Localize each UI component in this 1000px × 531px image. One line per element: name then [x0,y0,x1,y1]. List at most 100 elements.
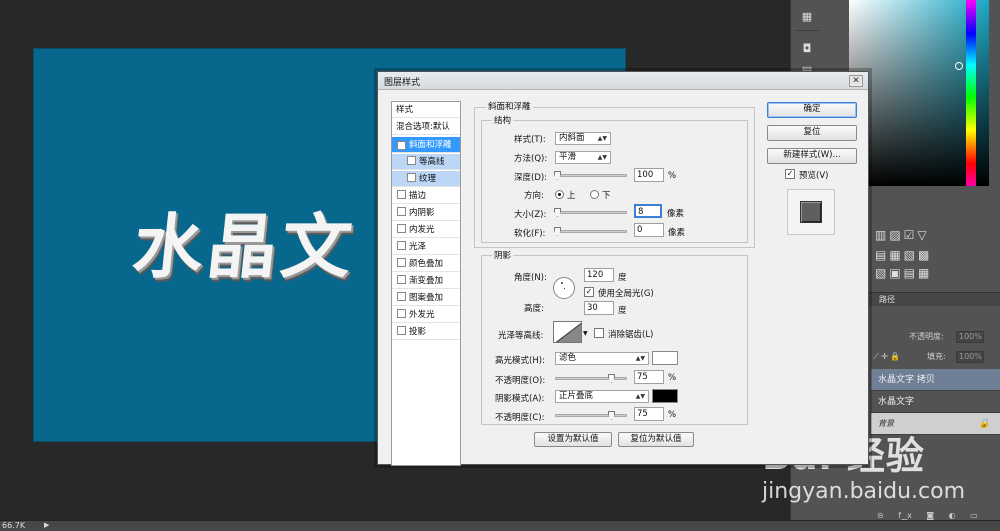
depth-slider[interactable] [554,171,627,180]
depth-input[interactable]: 100 [634,168,664,182]
opacity-label: 不透明度: [909,332,944,341]
highlight-opacity-slider[interactable] [555,374,627,383]
style-list: 样式 混合选项:默认 ✓ 斜面和浮雕 等高线 纹理 描边 内阴影 内发光 光泽 颜… [391,101,461,466]
adjustment-icons-row-2[interactable]: ▤▦▧▩ [875,248,932,262]
highlight-mode-select[interactable]: 滤色 ▲▼ [555,352,649,365]
soften-input[interactable]: 0 [634,223,664,237]
depth-label: 深度(D): [514,173,548,183]
direction-down-radio[interactable] [590,190,599,199]
highlight-opacity-label: 不透明度(O): [495,376,546,386]
angle-dial[interactable] [553,277,575,299]
global-light-checkbox[interactable]: ✓ [584,287,594,297]
altitude-label: 高度: [524,304,544,314]
style-select-value: 内斜面 [559,133,585,143]
anti-alias-checkbox[interactable] [594,328,604,338]
checkbox[interactable] [397,207,406,216]
divider [795,30,819,31]
size-input[interactable]: 8 [634,204,662,218]
shadow-opacity-slider[interactable] [555,411,627,420]
zoom-level[interactable]: 66.7K [2,521,25,530]
style-item-texture[interactable]: 纹理 [392,171,460,187]
gloss-contour-picker[interactable] [553,321,582,343]
checkbox[interactable] [397,224,406,233]
layer-name: 水晶文字 [878,397,915,407]
style-item-label: 渐变叠加 [409,276,444,286]
adjustment-icons-row-1[interactable]: ▥▨☑▽ [875,228,930,242]
make-default-button[interactable]: 设置为默认值 [534,432,612,447]
checkbox[interactable] [397,241,406,250]
checkbox[interactable] [397,275,406,284]
style-item-inner-glow[interactable]: 内发光 [392,222,460,238]
global-light-label: 使用全局光(G) [598,289,654,299]
style-item-pattern-overlay[interactable]: 图案叠加 [392,290,460,306]
style-item-label: 光泽 [409,242,427,252]
close-button[interactable]: ✕ [849,75,863,87]
lock-icons[interactable]: ⟋ ✛ 🔒 [873,350,900,364]
fill-label: 填充: [927,352,946,361]
shadow-color-swatch[interactable] [652,389,678,403]
checkbox[interactable]: ✓ [397,141,406,150]
layers-footer-icons[interactable]: ⊝ fx ◙ ◐ ▭ ▣ 🗑 [871,512,1000,528]
checkbox[interactable] [397,258,406,267]
direction-down-label: 下 [602,191,611,201]
highlight-mode-value: 滤色 [559,353,577,363]
shadow-mode-select[interactable]: 正片叠底 ▲▼ [555,390,649,403]
shadow-opacity-input[interactable]: 75 [634,407,664,421]
soften-unit: 像素 [668,228,686,238]
panel-icon[interactable]: ▦ [799,10,815,24]
style-item-label: 描边 [409,191,427,201]
style-item-gradient-overlay[interactable]: 渐变叠加 [392,273,460,289]
style-item-satin[interactable]: 光泽 [392,239,460,255]
checkbox[interactable] [407,156,416,165]
depth-unit: % [668,171,677,181]
color-pointer[interactable] [955,62,963,70]
style-list-header[interactable]: 样式 [392,102,460,118]
checkbox[interactable] [397,326,406,335]
opacity-input[interactable]: 100% [956,331,984,343]
style-item-stroke[interactable]: 描边 [392,188,460,204]
style-item-bevel[interactable]: ✓ 斜面和浮雕 [392,137,460,153]
new-style-button[interactable]: 新建样式(W)... [767,148,857,164]
style-item-outer-glow[interactable]: 外发光 [392,307,460,323]
angle-input[interactable]: 120 [584,268,614,282]
size-slider[interactable] [554,208,627,217]
layer-row[interactable]: 水晶文字 拷贝 [871,369,1000,391]
layer-row[interactable]: 背景 🔒 [871,413,1000,435]
style-item-inner-shadow[interactable]: 内阴影 [392,205,460,221]
highlight-opacity-unit: % [668,373,677,383]
shadow-opacity-label: 不透明度(C): [495,413,545,423]
direction-up-radio[interactable] [555,190,564,199]
reset-button[interactable]: 复位 [767,125,857,141]
canvas-text: 水晶文 [129,206,360,288]
fill-input[interactable]: 100% [956,351,984,363]
highlight-opacity-input[interactable]: 75 [634,370,664,384]
adjustment-icons-row-3[interactable]: ▧▣▤▦ [875,266,932,280]
style-select[interactable]: 内斜面 ▲▼ [555,132,611,145]
style-item-contour[interactable]: 等高线 [392,154,460,170]
dialog-titlebar[interactable]: 图层样式 ✕ [378,72,868,90]
size-unit: 像素 [667,209,685,219]
style-item-drop-shadow[interactable]: 投影 [392,324,460,340]
contour-curve-icon [555,322,581,342]
checkbox[interactable] [407,173,416,182]
checkbox[interactable] [397,309,406,318]
layer-row[interactable]: 水晶文字 [871,391,1000,413]
highlight-color-swatch[interactable] [652,351,678,365]
technique-label: 方法(Q): [514,154,548,164]
panel-icon[interactable]: ◘ [799,42,815,56]
checkbox[interactable] [397,190,406,199]
chevron-down-icon[interactable]: ▼ [583,330,588,337]
hue-slider[interactable] [966,0,976,186]
altitude-input[interactable]: 30 [584,301,614,315]
blend-options-item[interactable]: 混合选项:默认 [392,119,460,135]
reset-default-button[interactable]: 复位为默认值 [618,432,694,447]
ok-button[interactable]: 确定 [767,102,857,118]
checkbox[interactable] [397,292,406,301]
preview-checkbox[interactable]: ✓ [785,169,795,179]
tab-paths[interactable]: 路径 [849,292,1000,306]
soften-slider[interactable] [554,227,627,236]
arrow-right-icon[interactable]: ▶ [44,521,49,529]
style-item-color-overlay[interactable]: 颜色叠加 [392,256,460,272]
style-preview [787,189,835,235]
technique-select[interactable]: 平滑 ▲▼ [555,151,611,164]
